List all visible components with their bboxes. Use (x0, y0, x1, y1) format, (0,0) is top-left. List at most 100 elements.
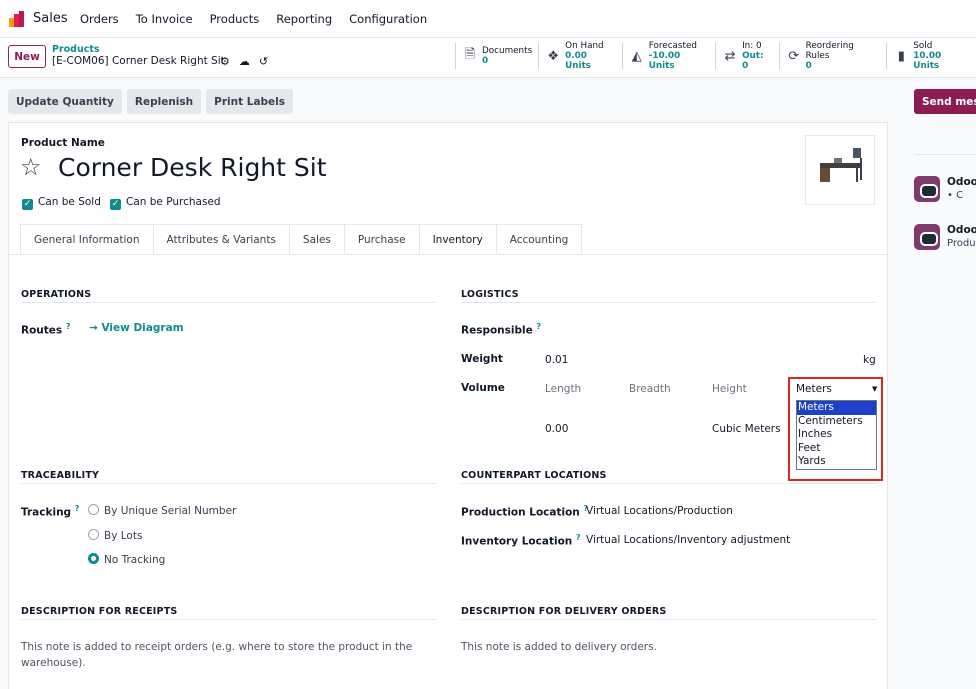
update-quantity-button[interactable]: Update Quantity (8, 89, 122, 114)
menu-configuration[interactable]: Configuration (349, 12, 427, 26)
stat-label: Forecasted (648, 41, 697, 51)
can-be-sold-label: Can be Sold (38, 196, 101, 208)
stat-value: -10.00 Units (648, 51, 681, 71)
tab-inventory[interactable]: Inventory (418, 224, 496, 255)
document-icon: 🗎 (464, 47, 476, 62)
smart-button-documents[interactable]: 🗎 Documents 0 (455, 43, 538, 69)
menu-products[interactable]: Products (210, 12, 260, 26)
send-message-button[interactable]: Send message (914, 89, 976, 114)
tracking-lots-radio[interactable]: By Lots (88, 529, 142, 542)
operations-title: OPERATIONS (21, 289, 92, 300)
desc-receipts-placeholder-line1[interactable]: This note is added to receipt orders (e.… (21, 641, 412, 653)
production-location-field[interactable]: Virtual Locations/Production (586, 505, 733, 517)
print-labels-button[interactable]: Print Labels (206, 89, 294, 114)
weight-label: Weight (461, 353, 503, 365)
tracking-serial-radio[interactable]: By Unique Serial Number (88, 504, 236, 517)
app-name[interactable]: Sales (33, 11, 68, 26)
star-icon[interactable]: ☆ (20, 153, 42, 181)
unit-selected-value: Meters (796, 383, 832, 395)
help-icon[interactable]: ? (66, 322, 71, 331)
chatter-body: Produ (947, 238, 976, 249)
unit-option-centimeters[interactable]: Centimeters (797, 415, 876, 429)
caret-down-icon: ▼ (872, 385, 878, 393)
smart-button-on-hand[interactable]: ❖ On Hand 0.00 Units (538, 41, 622, 71)
stat-label: Reordering Rules (805, 41, 854, 61)
inventory-location-field[interactable]: Virtual Locations/Inventory adjustment (586, 534, 790, 546)
chatter-separator (914, 154, 976, 155)
avatar[interactable] (914, 224, 940, 250)
menu-reporting[interactable]: Reporting (276, 12, 332, 26)
tracking-none-radio[interactable]: No Tracking (88, 553, 165, 566)
height-input[interactable]: Height (712, 383, 747, 395)
main-menu: Orders To Invoice Products Reporting Con… (80, 12, 444, 26)
unit-options-list: Meters Centimeters Inches Feet Yards (796, 400, 877, 470)
routes-label: Routes ? (21, 322, 70, 337)
menu-to-invoice[interactable]: To Invoice (136, 12, 193, 26)
tab-sales[interactable]: Sales (288, 224, 344, 255)
new-button[interactable]: New (8, 45, 46, 68)
stat-value: Out: 0 (742, 51, 764, 71)
stat-value: 0.00 Units (565, 51, 592, 71)
sales-app-icon[interactable] (8, 10, 26, 28)
tab-general-information[interactable]: General Information (20, 224, 153, 255)
replenish-button[interactable]: Replenish (126, 89, 202, 114)
checkbox-checked-icon: ✓ (110, 199, 121, 210)
gear-icon[interactable]: ⚙ (220, 55, 230, 68)
chatter-body: • C (947, 190, 964, 201)
radio-label: By Lots (104, 530, 143, 542)
can-be-sold-checkbox[interactable]: ✓ Can be Sold (22, 196, 101, 210)
unit-option-meters[interactable]: Meters (797, 401, 876, 415)
logistics-title: LOGISTICS (461, 289, 519, 300)
can-be-purchased-checkbox[interactable]: ✓ Can be Purchased (110, 196, 221, 210)
desk-image (820, 148, 862, 182)
smart-button-forecasted[interactable]: ◭ Forecasted -10.00 Units (621, 41, 715, 71)
unit-option-feet[interactable]: Feet (797, 442, 876, 456)
tracking-label: Tracking ? (21, 504, 79, 519)
desc-receipts-placeholder-line2[interactable]: warehouse). (21, 657, 86, 669)
cloud-upload-icon[interactable]: ☁ (239, 55, 250, 68)
notebook-tabs: General Information Attributes & Variant… (20, 224, 583, 255)
chatter-message: Odoo Produ (914, 224, 976, 254)
refresh-icon: ⟳ (788, 48, 800, 64)
stat-label: On Hand (565, 41, 604, 51)
control-panel: New Products [E-COM06] Corner Desk Right… (0, 38, 976, 78)
smart-button-reordering-rules[interactable]: ⟳ Reordering Rules 0 (778, 41, 887, 71)
desc-delivery-title: DESCRIPTION FOR DELIVERY ORDERS (461, 606, 667, 617)
product-name-field[interactable]: Corner Desk Right Sit (58, 153, 327, 182)
routes-label-text: Routes (21, 324, 63, 337)
help-icon[interactable]: ? (576, 533, 581, 542)
menu-orders[interactable]: Orders (80, 12, 119, 26)
section-divider (461, 619, 876, 620)
breadth-input[interactable]: Breadth (629, 383, 671, 395)
undo-icon[interactable]: ↺ (259, 55, 268, 68)
production-label-text: Production Location (461, 506, 580, 519)
inventory-label-text: Inventory Location (461, 535, 573, 548)
tab-attributes-variants[interactable]: Attributes & Variants (152, 224, 289, 255)
help-icon[interactable]: ? (75, 504, 80, 513)
smart-button-sold[interactable]: ▮ Sold 10.00 Units (886, 41, 976, 71)
stat-value: 10.00 Units (913, 51, 942, 71)
tab-purchase[interactable]: Purchase (343, 224, 419, 255)
tab-accounting[interactable]: Accounting (495, 224, 583, 255)
tabs-divider (8, 254, 888, 255)
smart-button-in-out[interactable]: ⇄ In: 0 Out: 0 (715, 41, 779, 71)
exchange-icon: ⇄ (724, 48, 736, 64)
help-icon[interactable]: ? (536, 322, 541, 331)
dimension-unit-select[interactable]: Meters ▼ Meters Centimeters Inches Feet … (788, 377, 883, 481)
production-location-label: Production Location ? (461, 504, 588, 519)
section-divider (21, 619, 436, 620)
weight-input[interactable]: 0.01 (545, 354, 568, 366)
product-image[interactable] (805, 135, 875, 205)
view-diagram-link[interactable]: → View Diagram (89, 322, 184, 334)
chatter-message: Odoo • C (914, 176, 976, 206)
radio-icon (88, 504, 99, 515)
breadcrumb-products-link[interactable]: Products (52, 44, 100, 55)
top-navbar: Sales Orders To Invoice Products Reporti… (0, 0, 976, 38)
desc-delivery-placeholder[interactable]: This note is added to delivery orders. (461, 641, 657, 653)
action-bar: Update Quantity Replenish Print Labels (8, 89, 294, 114)
unit-option-inches[interactable]: Inches (797, 428, 876, 442)
avatar[interactable] (914, 176, 940, 202)
length-input[interactable]: Length (545, 383, 581, 395)
unit-option-yards[interactable]: Yards (797, 455, 876, 469)
bar-chart-icon: ▮ (897, 48, 905, 64)
